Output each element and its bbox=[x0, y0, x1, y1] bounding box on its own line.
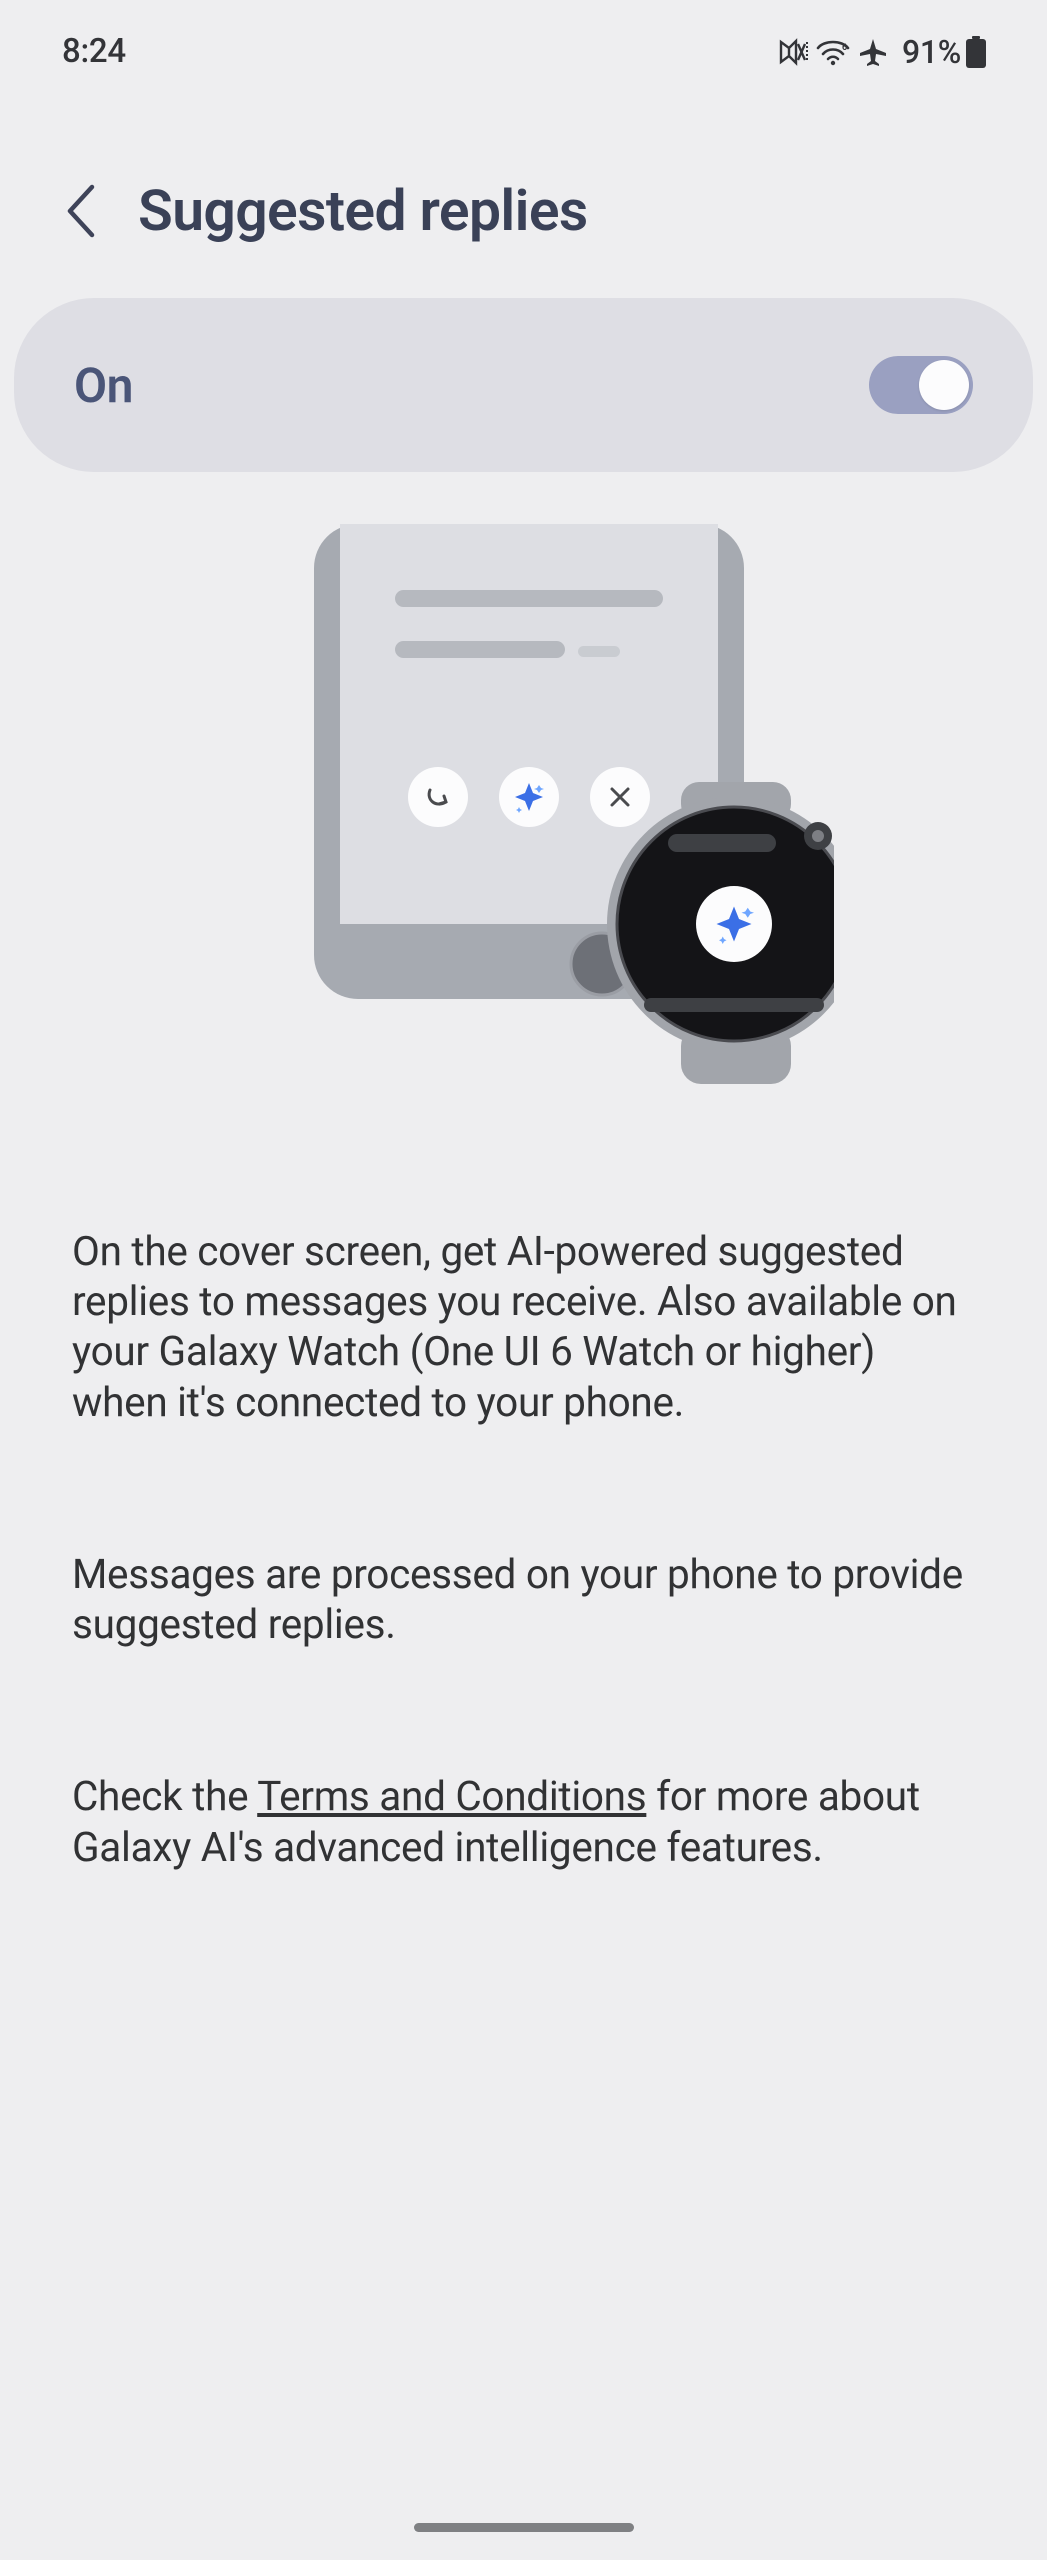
battery-icon bbox=[965, 36, 987, 68]
terms-link[interactable]: Terms and Conditions bbox=[257, 1772, 646, 1820]
toggle-label: On bbox=[74, 357, 133, 414]
back-icon[interactable] bbox=[64, 183, 98, 239]
wifi-icon: 6 bbox=[816, 38, 850, 66]
gesture-bar bbox=[414, 2523, 634, 2532]
page-title: Suggested replies bbox=[138, 177, 588, 244]
status-right: 6 91% bbox=[778, 33, 987, 71]
status-bar: 8:24 6 91% bbox=[0, 0, 1047, 71]
body-text: On the cover screen, get AI-powered sugg… bbox=[0, 1088, 1047, 1872]
master-toggle-row[interactable]: On bbox=[14, 298, 1033, 472]
p3-pre: Check the bbox=[72, 1772, 257, 1820]
switch-thumb bbox=[919, 360, 969, 410]
toggle-switch-on[interactable] bbox=[869, 356, 973, 414]
svg-text:6: 6 bbox=[842, 43, 847, 53]
status-time: 8:24 bbox=[62, 32, 126, 71]
header: Suggested replies bbox=[0, 71, 1047, 244]
battery-percent: 91% bbox=[902, 33, 961, 71]
description-paragraph-2: Messages are processed on your phone to … bbox=[72, 1549, 975, 1649]
description-paragraph-3: Check the Terms and Conditions for more … bbox=[72, 1771, 975, 1871]
description-paragraph-1: On the cover screen, get AI-powered sugg… bbox=[72, 1226, 975, 1427]
mute-vibrate-icon bbox=[778, 38, 808, 66]
illustration bbox=[0, 524, 1047, 1088]
airplane-icon bbox=[858, 37, 888, 67]
